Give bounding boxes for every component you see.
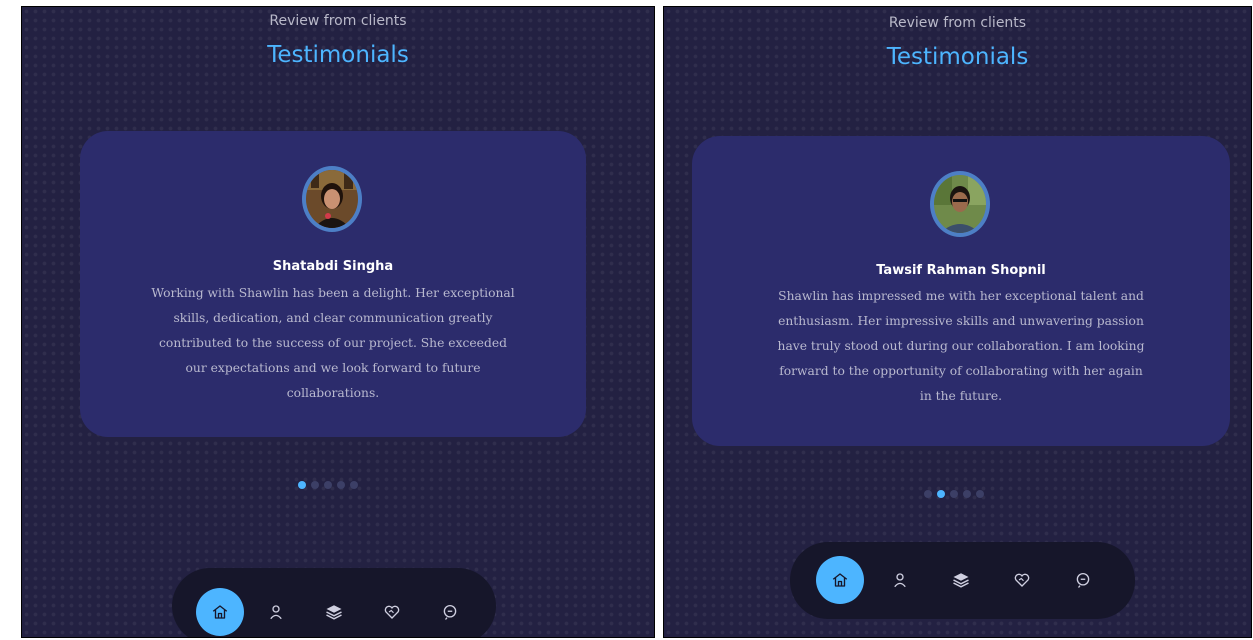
nav-contact-button[interactable] [428,590,472,634]
layers-icon [326,605,342,620]
nav-services-button[interactable] [1000,558,1044,602]
slide-dot-1[interactable] [924,490,932,498]
bottom-nav [790,542,1135,619]
bottom-nav [172,568,496,637]
slide-dot-2[interactable] [311,481,319,489]
review-text: Shawlin has impressed me with her except… [742,284,1180,409]
section-subtitle: Review from clients [269,13,407,29]
client-avatar [930,171,990,237]
layers-icon [953,573,969,588]
message-icon [443,604,457,620]
review-line: forward to the opportunity of collaborat… [779,364,1143,378]
review-line: collaborations. [286,386,380,400]
slide-dot-5[interactable] [976,490,984,498]
nav-home-button[interactable] [196,588,244,636]
user-icon [270,605,282,620]
slide-dot-2[interactable] [937,490,945,498]
slide-dot-4[interactable] [963,490,971,498]
review-line: our expectations and we look forward to … [185,361,481,375]
review-line: skills, dedication, and clear communicat… [173,311,493,325]
nav-about-button[interactable] [254,590,298,634]
client-photo-icon [934,175,986,233]
home-icon [832,573,848,587]
testimonials-panel-right: Review from clients Testimonials Tawsif … [663,6,1252,638]
review-line: in the future. [919,389,1003,403]
nav-experience-button[interactable] [939,558,983,602]
review-line: contributed to the success of our projec… [159,336,507,350]
slide-dot-3[interactable] [950,490,958,498]
slide-dot-5[interactable] [350,481,358,489]
testimonial-card[interactable]: Tawsif Rahman Shopnil Shawlin has impres… [692,136,1230,446]
review-line: have truly stood out during our collabor… [777,339,1145,353]
nav-about-button[interactable] [878,558,922,602]
client-photo-icon [306,170,358,228]
section-title: Testimonials [886,44,1029,70]
section-title: Testimonials [267,42,409,68]
client-avatar [302,166,362,232]
review-text: Working with Shawlin has been a delight.… [120,281,546,406]
message-icon [1076,572,1090,588]
review-line: Shawlin has impressed me with her except… [778,289,1144,303]
review-line: enthusiasm. Her impressive skills and un… [778,314,1144,328]
nav-home-button[interactable] [816,556,864,604]
review-line: Working with Shawlin has been a delight.… [151,286,515,300]
client-name: Tawsif Rahman Shopnil [876,263,1046,278]
slide-dot-4[interactable] [337,481,345,489]
section-subtitle: Review from clients [888,15,1027,31]
slide-dot-3[interactable] [324,481,332,489]
nav-experience-button[interactable] [312,590,356,634]
client-name: Shatabdi Singha [272,259,394,274]
heart-handshake-icon [1014,573,1030,587]
heart-handshake-icon [384,605,400,619]
slider-pagination [298,481,358,489]
testimonial-card[interactable]: Shatabdi Singha Working with Shawlin has… [80,131,586,437]
slide-dot-1[interactable] [298,481,306,489]
slider-pagination [924,490,984,498]
testimonials-panel-left: Review from clients Testimonials Shatabd… [21,6,655,638]
home-icon [212,605,228,619]
user-icon [894,573,906,588]
nav-contact-button[interactable] [1061,558,1105,602]
nav-services-button[interactable] [370,590,414,634]
